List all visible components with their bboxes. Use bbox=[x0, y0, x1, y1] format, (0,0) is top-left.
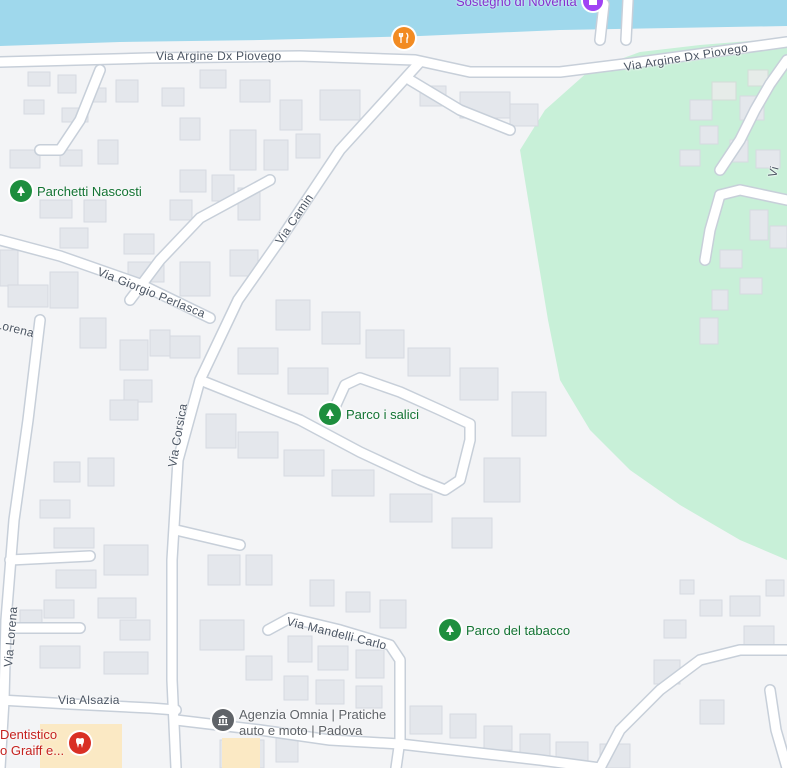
road-label-argine-left: Via Argine Dx Piovego bbox=[156, 49, 282, 63]
dentist-label: Dentistico o Graiff e... bbox=[0, 727, 64, 759]
fork-knife-icon bbox=[393, 27, 415, 49]
agenzia-label-line2: auto e moto | Padova bbox=[239, 723, 363, 738]
tooth-icon bbox=[69, 732, 92, 754]
salici-label: Parco i salici bbox=[346, 406, 419, 422]
tabacco-label: Parco del tabacco bbox=[466, 622, 571, 638]
landmark-label: Sostegno di Noventa bbox=[456, 0, 577, 9]
poi-parchetti-nascosti[interactable]: Parchetti Nascosti bbox=[10, 180, 142, 202]
map-base-layer bbox=[0, 0, 787, 768]
poi-sostegno[interactable]: Sostegno di Noventa bbox=[456, 0, 603, 11]
dentist-label-line2: o Graiff e... bbox=[0, 743, 65, 758]
poi-parco-del-tabacco[interactable]: Parco del tabacco bbox=[439, 619, 570, 641]
tree-icon bbox=[439, 619, 461, 641]
poi-restaurant[interactable] bbox=[393, 27, 415, 49]
road-label-alsazia: Via Alsazia bbox=[58, 693, 120, 707]
building-icon bbox=[212, 709, 234, 731]
agenzia-label: Agenzia Omnia | Pratiche auto e moto | P… bbox=[239, 707, 386, 739]
poi-dentist[interactable]: Dentistico o Graiff e... bbox=[0, 727, 92, 759]
tree-icon bbox=[10, 180, 32, 202]
poi-agenzia-omnia[interactable]: Agenzia Omnia | Pratiche auto e moto | P… bbox=[212, 707, 386, 739]
map-canvas[interactable]: Via Argine Dx Piovego Via Argine Dx Piov… bbox=[0, 0, 787, 768]
parchetti-label: Parchetti Nascosti bbox=[37, 183, 142, 199]
agenzia-building bbox=[222, 738, 260, 768]
agenzia-label-line1: Agenzia Omnia | Pratiche bbox=[239, 707, 387, 722]
tree-icon bbox=[319, 403, 341, 425]
landmark-icon bbox=[582, 0, 603, 11]
poi-parco-i-salici[interactable]: Parco i salici bbox=[319, 403, 419, 425]
dentist-label-line1: Dentistico bbox=[0, 727, 58, 742]
